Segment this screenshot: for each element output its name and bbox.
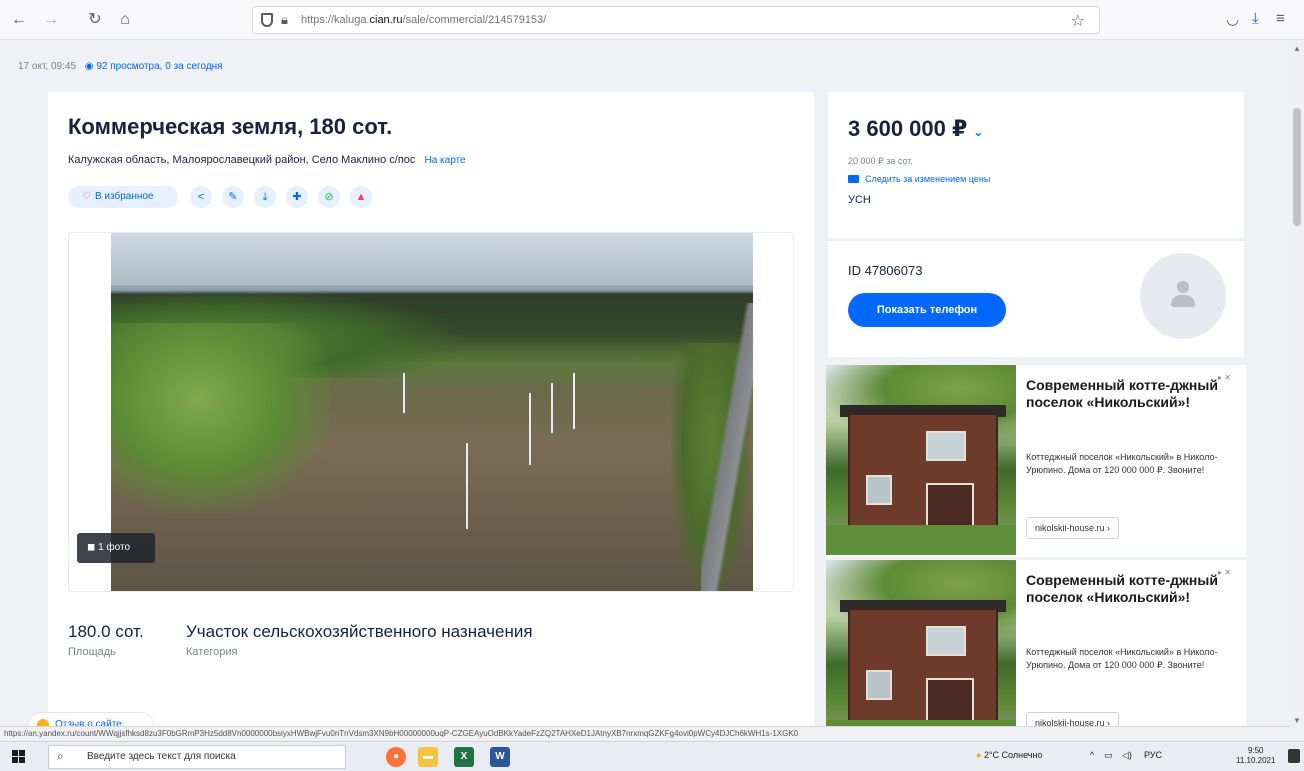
pocket-icon[interactable]: ◡ bbox=[1226, 10, 1239, 28]
listing-title: Коммерческая земля, 180 сот. bbox=[68, 114, 393, 139]
fact-area: 180.0 сот. Площадь bbox=[68, 622, 144, 658]
forward-icon[interactable]: → bbox=[40, 9, 62, 31]
weather-widget[interactable]: ● 2°C Солнечно bbox=[976, 750, 1042, 760]
address-bar[interactable]: 🔒︎ https://kaluga.cian.ru/sale/commercia… bbox=[252, 6, 1100, 34]
chevron-down-icon[interactable]: ⌄ bbox=[973, 125, 983, 139]
notifications-icon[interactable] bbox=[1288, 749, 1300, 763]
favorite-button[interactable]: ♡ В избранное bbox=[68, 186, 178, 208]
download-icon[interactable]: ⤓ bbox=[254, 186, 276, 208]
menu-icon[interactable]: ≡ bbox=[1276, 10, 1285, 27]
sun-icon: ● bbox=[976, 750, 982, 760]
taskbar-search-input[interactable]: ⌕ Введите здесь текст для поиска bbox=[48, 745, 346, 769]
ad-close-icon[interactable]: ▸ ✕ bbox=[1218, 373, 1231, 382]
camera-icon: ◼︎ bbox=[87, 542, 99, 553]
ad-title[interactable]: Современный котте-джный поселок «Никольс… bbox=[1026, 377, 1226, 411]
edit-icon[interactable]: ✎ bbox=[222, 186, 244, 208]
scroll-down-icon[interactable]: ▼ bbox=[1293, 716, 1301, 725]
bookmark-star-icon[interactable]: ☆ bbox=[1071, 11, 1085, 31]
downloads-icon[interactable]: ⤓ bbox=[1252, 10, 1259, 27]
photo-count-badge[interactable]: ◼︎ 1 фото bbox=[77, 533, 155, 563]
listing-meta: 17 окт, 09:45 ◉ 92 просмотра, 0 за сегод… bbox=[18, 61, 223, 72]
lock-icon[interactable]: 🔒︎ bbox=[281, 12, 288, 28]
price-per-unit: 20 000 ₽ за сот. bbox=[848, 156, 913, 166]
ad-link[interactable]: nikolskii-house.ru › bbox=[1026, 517, 1120, 539]
complaint-icon[interactable]: ▲ bbox=[350, 186, 372, 208]
ad-close-icon[interactable]: ▸ ✕ bbox=[1218, 568, 1231, 577]
fact-category: Участок сельскохозяйственного назначения… bbox=[186, 622, 533, 658]
price: 3 600 000 ₽ ⌄ bbox=[848, 116, 984, 141]
price-card: 3 600 000 ₽ ⌄ 20 000 ₽ за сот. Следить за… bbox=[828, 92, 1244, 238]
scrollbar-thumb[interactable] bbox=[1293, 108, 1301, 226]
page-content: 17 окт, 09:45 ◉ 92 просмотра, 0 за сегод… bbox=[0, 40, 1290, 729]
ad-image[interactable] bbox=[826, 560, 1016, 729]
scrollbar[interactable]: ▲ ▼ bbox=[1290, 40, 1304, 729]
clock[interactable]: 9:50 11.10.2021 bbox=[1236, 746, 1275, 766]
heart-icon: ♡ bbox=[82, 191, 91, 202]
browser-toolbar: ← → ↻ ⌂ 🔒︎ https://kaluga.cian.ru/sale/c… bbox=[0, 0, 1304, 40]
compare-icon[interactable]: ✚ bbox=[286, 186, 308, 208]
follow-price-link[interactable]: Следить за изменением цены bbox=[848, 174, 990, 184]
language-indicator[interactable]: РУС bbox=[1144, 750, 1162, 760]
windows-taskbar: ⌕ Введите здесь текст для поиска ● ▬ X W… bbox=[0, 741, 1304, 771]
firefox-icon[interactable]: ● bbox=[386, 747, 406, 767]
search-icon: ⌕ bbox=[57, 749, 64, 763]
scroll-up-icon[interactable]: ▲ bbox=[1293, 44, 1301, 53]
url-text[interactable]: https://kaluga.cian.ru/sale/commercial/2… bbox=[301, 14, 546, 26]
reload-icon[interactable]: ↻ bbox=[84, 9, 106, 31]
tracking-shield-icon[interactable] bbox=[261, 13, 273, 27]
home-icon[interactable]: ⌂ bbox=[114, 9, 136, 31]
map-link[interactable]: На карте bbox=[424, 155, 465, 166]
agent-id: ID 47806073 bbox=[848, 263, 923, 278]
ad-banner[interactable]: Современный котте-джный поселок «Никольс… bbox=[826, 560, 1246, 729]
listing-date: 17 окт, 09:45 bbox=[18, 61, 77, 72]
mail-icon bbox=[848, 175, 859, 183]
listing-photo[interactable] bbox=[111, 233, 753, 591]
contact-card: ID 47806073 Показать телефон bbox=[828, 241, 1244, 357]
listing-address: Калужская область, Малоярославецкий райо… bbox=[68, 154, 466, 166]
word-icon[interactable]: W bbox=[490, 747, 510, 767]
ad-text[interactable]: Коттеджный поселок «Никольский» в Николо… bbox=[1026, 646, 1236, 672]
network-icon[interactable]: ▭ bbox=[1104, 750, 1113, 761]
tax-system: УСН bbox=[848, 194, 871, 206]
avatar bbox=[1140, 253, 1226, 339]
tray-chevron-icon[interactable]: ^ bbox=[1090, 750, 1094, 760]
photo-gallery[interactable]: ◼︎ 1 фото bbox=[68, 232, 794, 592]
windows-start-icon[interactable] bbox=[12, 750, 26, 764]
excel-icon[interactable]: X bbox=[454, 747, 474, 767]
ad-image[interactable] bbox=[826, 365, 1016, 555]
file-explorer-icon[interactable]: ▬ bbox=[418, 747, 438, 767]
share-icon[interactable]: < bbox=[190, 186, 212, 208]
back-icon[interactable]: ← bbox=[8, 9, 30, 31]
ad-text[interactable]: Коттеджный поселок «Никольский» в Николо… bbox=[1026, 451, 1236, 477]
ad-banner[interactable]: Современный котте-джный поселок «Никольс… bbox=[826, 365, 1246, 557]
volume-icon[interactable]: ◁) bbox=[1122, 750, 1132, 761]
show-phone-button[interactable]: Показать телефон bbox=[848, 293, 1006, 327]
listing-card: Коммерческая земля, 180 сот. Калужская о… bbox=[48, 92, 814, 729]
ad-title[interactable]: Современный котте-джный поселок «Никольс… bbox=[1026, 572, 1226, 606]
status-url: https://an.yandex.ru/count/WWqjjsfhksd8z… bbox=[0, 726, 1290, 741]
views-count[interactable]: ◉ 92 просмотра, 0 за сегодня bbox=[85, 61, 223, 72]
hide-icon[interactable]: ⊘ bbox=[318, 186, 340, 208]
